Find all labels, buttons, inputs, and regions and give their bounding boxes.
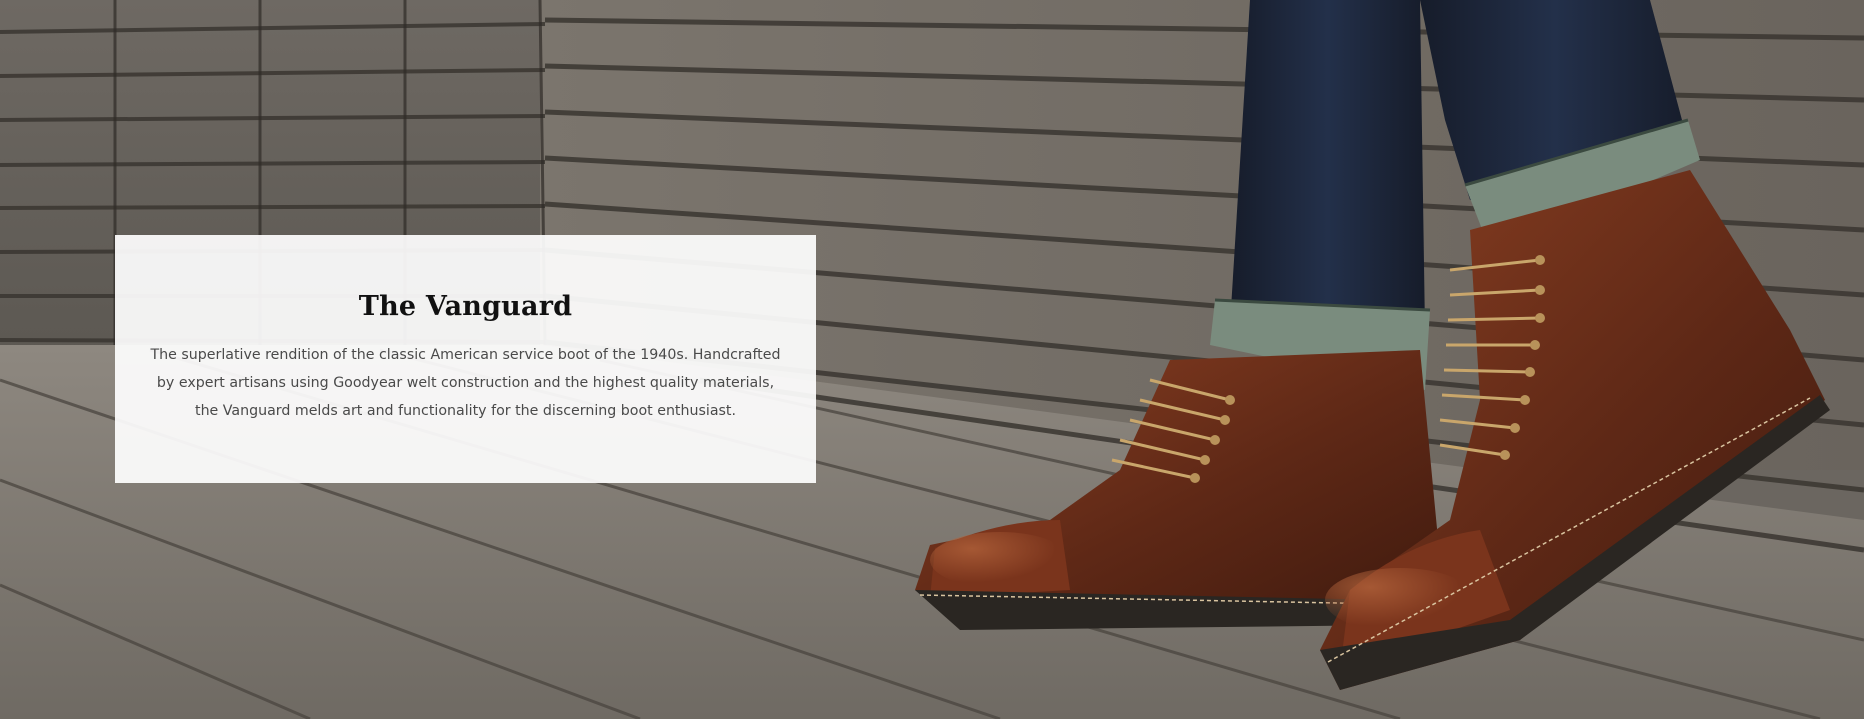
- product-description: The superlative rendition of the classic…: [150, 347, 781, 419]
- hero-banner: The Vanguard The superlative rendition o…: [0, 0, 1864, 719]
- product-title: The Vanguard: [358, 291, 573, 322]
- product-info-card: The Vanguard The superlative rendition o…: [115, 235, 816, 483]
